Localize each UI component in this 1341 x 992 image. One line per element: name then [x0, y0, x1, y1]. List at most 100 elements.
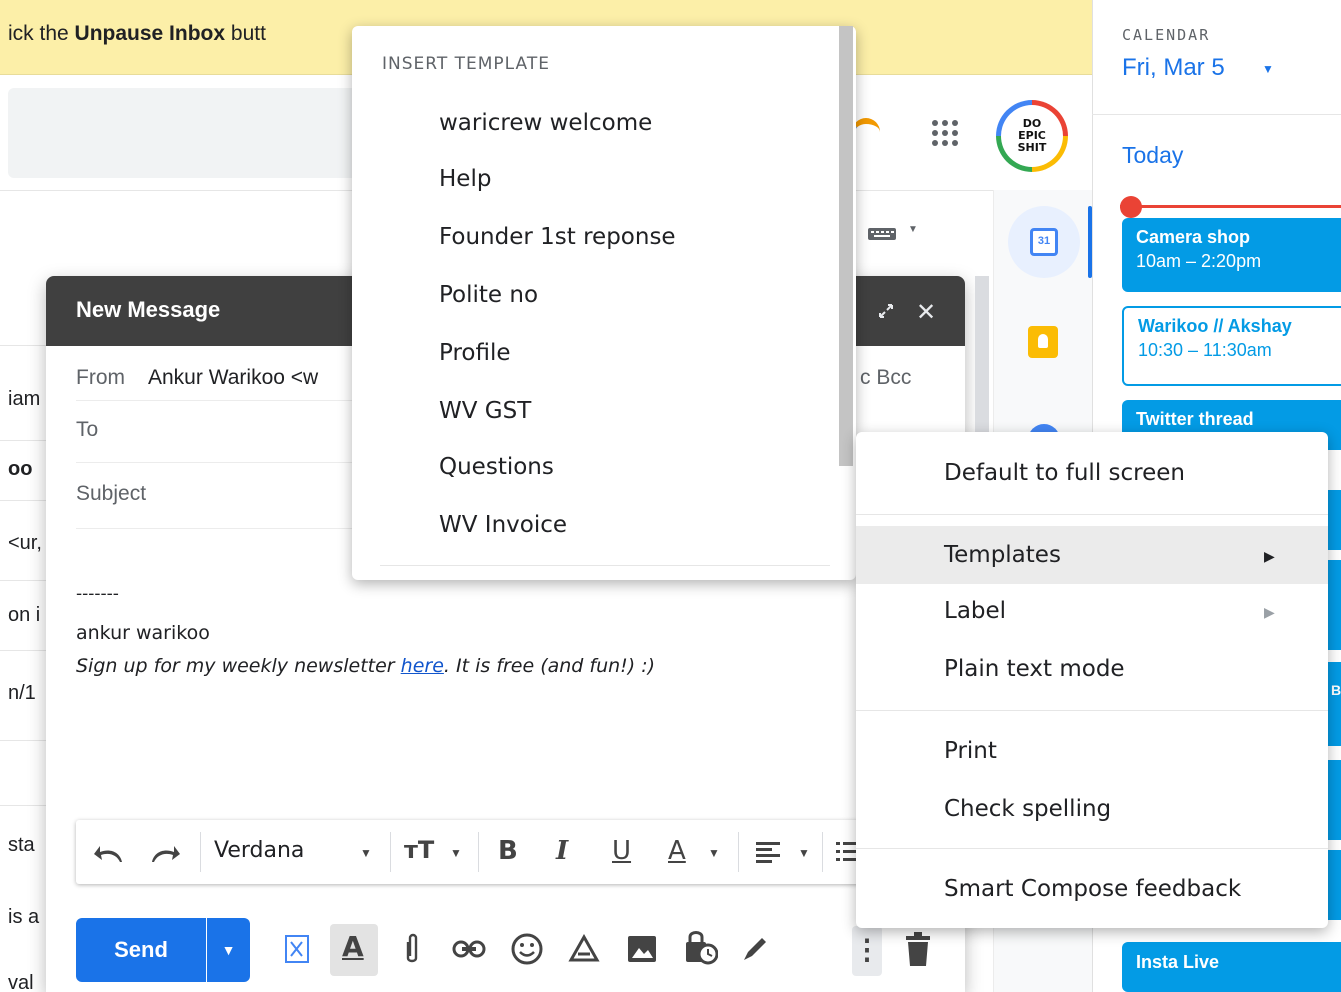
- menu-item-check-spelling[interactable]: Check spelling: [944, 796, 1111, 822]
- menu-divider: [856, 848, 1328, 849]
- confidential-mode-icon[interactable]: [684, 930, 718, 966]
- expand-icon[interactable]: [876, 301, 896, 321]
- drive-icon[interactable]: [568, 934, 600, 964]
- undo-icon[interactable]: [92, 842, 126, 864]
- event-title: Warikoo // Akshay: [1138, 316, 1292, 336]
- template-item[interactable]: Founder 1st reponse: [439, 224, 676, 250]
- font-select[interactable]: Verdana: [214, 838, 304, 863]
- close-icon[interactable]: ✕: [916, 298, 936, 327]
- date-dropdown-icon[interactable]: ▼: [1262, 62, 1274, 76]
- photo-icon[interactable]: [626, 934, 658, 964]
- account-avatar[interactable]: DO EPIC SHIT: [996, 100, 1068, 172]
- subject-field[interactable]: Subject: [76, 482, 146, 506]
- calendar-heading: CALENDAR: [1122, 26, 1211, 44]
- calendar-event-edge[interactable]: [1328, 760, 1341, 840]
- banner-bold: Unpause Inbox: [74, 22, 226, 45]
- trash-icon[interactable]: [904, 932, 932, 968]
- to-field[interactable]: To: [76, 418, 98, 442]
- inbox-fragment[interactable]: is a: [8, 906, 39, 929]
- signature-divider: -------: [76, 584, 119, 604]
- template-item[interactable]: Profile: [439, 340, 511, 366]
- from-field[interactable]: Ankur Warikoo <w: [148, 366, 318, 390]
- emoji-icon[interactable]: [510, 932, 544, 966]
- inbox-fragment[interactable]: iam: [8, 388, 40, 411]
- menu-item-label[interactable]: Label: [944, 598, 1006, 624]
- keyboard-dropdown-icon[interactable]: ▼: [908, 224, 918, 235]
- search-bar[interactable]: [8, 88, 368, 178]
- inbox-fragment[interactable]: n/1: [8, 682, 36, 705]
- inbox-divider: [0, 345, 46, 346]
- calendar-event-edge[interactable]: [1328, 560, 1341, 650]
- template-item[interactable]: Polite no: [439, 282, 538, 308]
- toolbar-separator: [822, 832, 823, 872]
- template-item[interactable]: WV GST: [439, 398, 531, 424]
- schedule-send-dropdown[interactable]: ▼: [207, 918, 250, 982]
- menu-item-smart-compose-feedback[interactable]: Smart Compose feedback: [944, 876, 1241, 902]
- menu-item-plain-text[interactable]: Plain text mode: [944, 656, 1125, 682]
- menu-divider: [856, 710, 1328, 711]
- signature-pen-icon[interactable]: [740, 932, 770, 964]
- calendar-icon: 31: [1030, 228, 1058, 256]
- current-time-line: [1120, 205, 1341, 208]
- event-title: Insta Live: [1136, 952, 1220, 972]
- support-icon[interactable]: [852, 118, 880, 140]
- template-menu-scrollbar[interactable]: [839, 26, 853, 466]
- calendar-date[interactable]: Fri, Mar 5: [1122, 54, 1225, 82]
- keyboard-icon[interactable]: [868, 226, 898, 242]
- font-dropdown-icon[interactable]: ▼: [360, 846, 372, 860]
- numbered-list-icon[interactable]: [836, 840, 856, 864]
- text-color-icon[interactable]: A: [668, 836, 686, 866]
- calendar-event[interactable]: Warikoo // Akshay 10:30 – 11:30am: [1122, 306, 1341, 386]
- inbox-fragment[interactable]: on i: [8, 604, 40, 627]
- calendar-event-edge[interactable]: [1328, 490, 1341, 550]
- menu-item-templates[interactable]: Templates: [944, 542, 1061, 568]
- apps-grid-icon[interactable]: [930, 118, 960, 148]
- attach-icon[interactable]: [404, 932, 420, 966]
- banner-text: ick the Unpause Inbox butt: [8, 22, 266, 46]
- newsletter-link[interactable]: here: [401, 655, 444, 677]
- template-item[interactable]: waricrew welcome: [439, 110, 652, 136]
- align-icon[interactable]: [756, 840, 782, 864]
- template-item[interactable]: Help: [439, 166, 491, 192]
- more-options-button[interactable]: ⋮: [852, 926, 882, 976]
- align-dropdown-icon[interactable]: ▼: [798, 846, 810, 860]
- calendar-event[interactable]: Camera shop 10am – 2:20pm: [1122, 218, 1341, 292]
- menu-item-print[interactable]: Print: [944, 738, 997, 764]
- toolbar-separator: [390, 832, 391, 872]
- today-button[interactable]: Today: [1122, 142, 1183, 169]
- inbox-fragment[interactable]: oo: [8, 458, 32, 481]
- inbox-fragment[interactable]: <ur,: [8, 532, 42, 555]
- italic-icon[interactable]: I: [556, 836, 568, 866]
- submenu-arrow-icon: ▶: [1264, 548, 1275, 564]
- font-size-icon[interactable]: ᴛT: [404, 836, 434, 864]
- calendar-event-edge[interactable]: [1328, 850, 1341, 920]
- template-item[interactable]: Questions: [439, 454, 554, 480]
- bold-icon[interactable]: B: [498, 836, 518, 866]
- banner-suffix: butt: [225, 22, 266, 45]
- menu-item-default-full-screen[interactable]: Default to full screen: [944, 460, 1185, 486]
- signature-name: ankur warikoo: [76, 622, 210, 644]
- submenu-arrow-icon: ▶: [1264, 604, 1275, 620]
- send-button[interactable]: Send: [76, 918, 206, 982]
- newsletter-text: Sign up for my weekly newsletter: [76, 655, 401, 677]
- color-dropdown-icon[interactable]: ▼: [708, 846, 720, 860]
- link-icon[interactable]: [452, 938, 486, 960]
- calendar-event-edge[interactable]: B: [1328, 662, 1341, 746]
- template-item[interactable]: WV Invoice: [439, 512, 567, 538]
- underline-icon[interactable]: U: [612, 836, 631, 866]
- template-menu-divider: [380, 565, 830, 566]
- keep-bulb-icon: [1038, 334, 1048, 348]
- event-title: Camera shop: [1136, 227, 1251, 247]
- inbox-fragment[interactable]: val: [8, 972, 34, 992]
- inbox-divider: [0, 580, 46, 581]
- compose-scrollbar[interactable]: [975, 276, 989, 436]
- redo-icon[interactable]: [148, 842, 182, 864]
- calendar-divider: [1092, 114, 1341, 115]
- size-dropdown-icon[interactable]: ▼: [450, 846, 462, 860]
- calendar-event[interactable]: Insta Live: [1122, 942, 1341, 992]
- avatar-line-3: SHIT: [1017, 141, 1047, 154]
- formatting-options-icon[interactable]: [284, 934, 312, 964]
- current-time-dot: [1120, 196, 1142, 218]
- inbox-fragment[interactable]: sta: [8, 834, 35, 857]
- cc-bcc-toggle[interactable]: c Bcc: [860, 366, 911, 390]
